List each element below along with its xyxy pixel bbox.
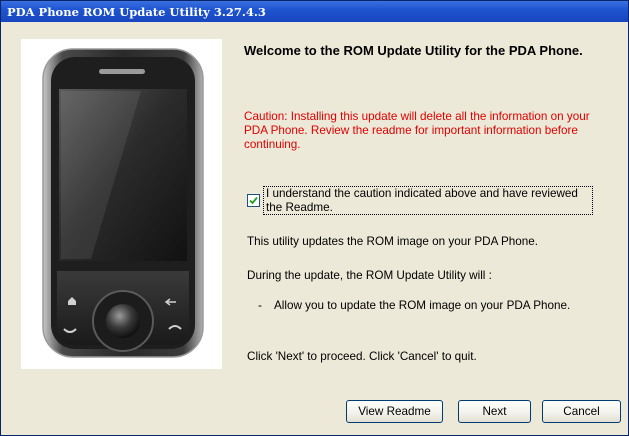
instruction-text: Click 'Next' to proceed. Click 'Cancel' … [247, 350, 477, 363]
rom-update-window: PDA Phone ROM Update Utility 3.27.4.3 We… [0, 0, 629, 436]
cancel-button[interactable]: Cancel [542, 400, 621, 423]
agree-checkbox[interactable] [247, 194, 260, 207]
window-title: PDA Phone ROM Update Utility 3.27.4.3 [7, 5, 266, 19]
during-update-text: During the update, the ROM Update Utilit… [247, 269, 492, 282]
bullet-marker: - [258, 299, 262, 312]
caution-text: Caution: Installing this update will del… [244, 110, 590, 151]
info-line: This utility updates the ROM image on yo… [247, 235, 539, 248]
pda-phone-image [42, 48, 204, 358]
agree-checkbox-row[interactable]: I understand the caution indicated above… [245, 186, 597, 216]
bullet-text: Allow you to update the ROM image on you… [274, 299, 571, 312]
title-bar[interactable]: PDA Phone ROM Update Utility 3.27.4.3 [1, 1, 628, 22]
checkmark-icon [249, 196, 258, 205]
welcome-heading: Welcome to the ROM Update Utility for th… [244, 43, 583, 58]
phone-image-panel [21, 39, 222, 369]
agree-checkbox-label[interactable]: I understand the caution indicated above… [263, 186, 593, 215]
view-readme-button[interactable]: View Readme [346, 400, 443, 423]
next-button[interactable]: Next [458, 400, 531, 423]
